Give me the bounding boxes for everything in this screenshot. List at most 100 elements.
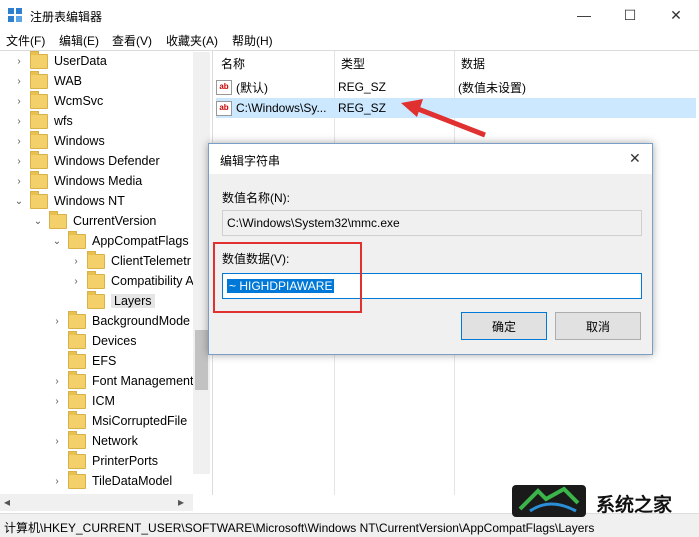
tree-item[interactable]: › Windows Defender [14,150,160,171]
registry-path: 计算机\HKEY_CURRENT_USER\SOFTWARE\Microsoft… [4,521,595,535]
value-type: REG_SZ [338,80,387,94]
maximize-button[interactable]: ☐ [607,0,653,30]
folder-icon [68,390,86,409]
menu-edit[interactable]: 编辑(E) [59,32,99,49]
folder-icon [30,190,48,209]
folder-icon [68,310,86,329]
chevron-down-icon[interactable]: ⌄ [52,236,62,247]
cancel-button[interactable]: 取消 [555,312,641,340]
menu-file[interactable]: 文件(F) [6,32,45,49]
value-data: (数值未设置) [458,80,526,95]
folder-icon [68,470,86,489]
tree-item[interactable]: › Windows Media [14,170,143,191]
tree-item-label: TileDataModel [92,474,173,488]
tree-item-label: Compatibility A [111,274,194,288]
watermark-logo-icon [512,485,586,517]
folder-icon [49,210,67,229]
chevron-right-icon[interactable]: › [14,116,24,127]
chevron-right-icon[interactable]: › [14,156,24,167]
chevron-right-icon[interactable]: › [52,376,62,387]
tree-item-label: Font Management [92,374,194,388]
tree-item-label: UserData [54,54,107,68]
title-bar: 注册表编辑器 — ☐ ✕ [0,0,699,30]
tree-item[interactable]: › ClientTelemetr [71,250,191,271]
tree-item-label: AppCompatFlags [92,234,189,248]
column-header-type[interactable]: 类型 [341,55,365,72]
tree-horizontal-scrollbar[interactable]: ◂ ▸ [0,494,193,511]
menu-help[interactable]: 帮助(H) [232,32,273,49]
folder-icon [87,250,105,269]
folder-open-icon [87,290,105,309]
value-name: C:\Windows\Sy... [236,101,327,115]
tree-item[interactable]: › wfs [14,110,73,131]
tree-item[interactable]: ⌄ CurrentVersion [33,210,156,231]
tree-item[interactable]: Devices [52,330,137,351]
chevron-right-icon[interactable]: › [14,56,24,67]
chevron-right-icon[interactable]: › [52,476,62,487]
tree-item-label: WcmSvc [54,94,104,108]
value-name-field: C:\Windows\System32\mmc.exe [222,210,642,236]
column-header-name[interactable]: 名称 [221,55,245,72]
tree-item[interactable]: ⌄ Windows NT [14,190,125,211]
scroll-left-icon[interactable]: ◂ [4,495,10,509]
tree-scroll-thumb[interactable] [195,330,208,390]
chevron-right-icon[interactable]: › [71,276,81,287]
tree-item-label: EFS [92,354,117,368]
chevron-right-icon[interactable]: › [52,316,62,327]
folder-icon [30,70,48,89]
tree-item[interactable]: › Compatibility A [71,270,194,291]
tree-item-label: Devices [92,334,137,348]
tree-item[interactable]: MsiCorruptedFile [52,410,188,431]
chevron-right-icon[interactable]: › [52,436,62,447]
chevron-right-icon[interactable]: › [14,136,24,147]
chevron-right-icon[interactable]: › [71,256,81,267]
tree-item[interactable]: › Windows [14,130,105,151]
folder-icon [30,150,48,169]
folder-icon [68,370,86,389]
tree-item[interactable]: ⌄ AppCompatFlags [52,230,189,251]
folder-icon [30,130,48,149]
folder-icon [68,430,86,449]
regedit-app-icon [8,8,22,22]
chevron-right-icon[interactable]: › [14,96,24,107]
tree-item-label: MsiCorruptedFile [92,414,188,428]
tree-item[interactable]: EFS [52,350,117,371]
tree-item[interactable]: › BackgroundMode [52,310,190,331]
registry-tree[interactable]: › UserData › WAB › WcmSvc › wfs › Windows › Wi… [0,50,213,495]
value-row[interactable]: ab (默认) REG_SZ (数值未设置) [216,77,696,97]
ok-button[interactable]: 确定 [461,312,547,340]
tree-item[interactable]: PrinterPorts [52,450,158,471]
tree-item[interactable]: › TileDataModel [52,470,173,491]
column-header-data[interactable]: 数据 [461,55,485,72]
tree-item[interactable]: › ICM [52,390,115,411]
tree-item-label: PrinterPorts [92,454,158,468]
tree-item-selected[interactable]: Layers [71,290,155,311]
minimize-button[interactable]: — [561,0,607,30]
folder-icon [68,410,86,429]
scroll-right-icon[interactable]: ▸ [178,495,184,509]
chevron-right-icon[interactable]: › [14,76,24,87]
dialog-close-button[interactable]: ✕ [629,150,641,167]
close-button[interactable]: ✕ [653,0,699,30]
folder-icon [30,51,48,69]
chevron-right-icon[interactable]: › [52,396,62,407]
chevron-down-icon[interactable]: ⌄ [33,216,43,227]
tree-item[interactable]: › Network [52,430,138,451]
chevron-right-icon[interactable]: › [14,176,24,187]
dialog-title: 编辑字符串 [220,154,281,168]
tree-item-label: Network [92,434,138,448]
menu-favorites[interactable]: 收藏夹(A) [166,32,218,49]
tree-item-label: Windows Media [54,174,143,188]
chevron-down-icon[interactable]: ⌄ [14,196,24,207]
watermark: 系统之家 [510,481,699,521]
tree-item[interactable]: › WcmSvc [14,90,104,111]
tree-item-label: BackgroundMode [92,314,190,328]
tree-item-label: Windows [54,134,105,148]
tree-item[interactable]: › WAB [14,70,82,91]
string-value-icon: ab [216,79,232,95]
string-value-icon: ab [216,100,232,116]
folder-icon [30,110,48,129]
menu-view[interactable]: 查看(V) [112,32,152,49]
tree-item[interactable]: › UserData [14,51,107,71]
tree-item[interactable]: › Font Management [52,370,194,391]
